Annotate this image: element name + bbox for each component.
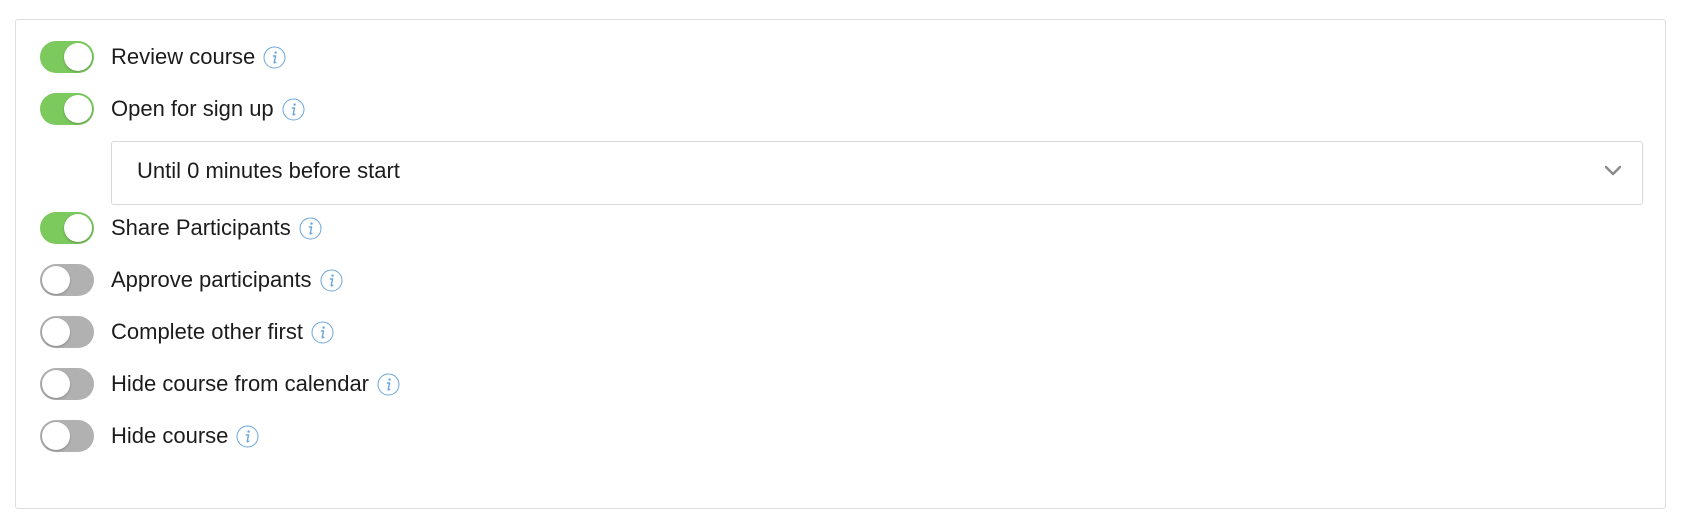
review-course-label: Review course [111,44,256,69]
setting-row-review-course: Review course [40,40,286,74]
hide-course-from-calendar-label: Hide course from calendar [111,371,370,396]
info-icon[interactable] [299,217,322,240]
review-course-toggle[interactable] [40,41,94,73]
info-icon[interactable] [377,373,400,396]
chevron-down-icon [1604,165,1622,176]
info-icon[interactable] [263,46,286,69]
toggle-knob [42,370,70,398]
setting-row-hide-course: Hide course [40,419,259,453]
toggle-knob [42,318,70,346]
hide-course-toggle[interactable] [40,420,94,452]
toggle-knob [64,95,92,123]
toggle-knob [64,214,92,242]
complete-other-first-toggle[interactable] [40,316,94,348]
signup-deadline-select[interactable]: Until 0 minutes before start [111,141,1643,205]
setting-row-share-participants: Share Participants [40,211,322,245]
setting-row-complete-other-first: Complete other first [40,315,334,349]
info-icon[interactable] [282,98,305,121]
open-for-sign-up-label: Open for sign up [111,96,274,121]
share-participants-toggle[interactable] [40,212,94,244]
approve-participants-toggle[interactable] [40,264,94,296]
info-icon[interactable] [311,321,334,344]
course-settings-panel: Review course Open for sign up Until 0 m… [15,19,1666,509]
share-participants-label: Share Participants [111,215,291,240]
open-for-sign-up-toggle[interactable] [40,93,94,125]
info-icon[interactable] [236,425,259,448]
toggle-knob [42,422,70,450]
signup-deadline-value: Until 0 minutes before start [137,158,400,183]
complete-other-first-label: Complete other first [111,319,303,344]
approve-participants-label: Approve participants [111,267,312,292]
toggle-knob [64,43,92,71]
setting-row-hide-course-from-calendar: Hide course from calendar [40,367,400,401]
setting-row-approve-participants: Approve participants [40,263,343,297]
hide-course-label: Hide course [111,423,229,448]
setting-row-open-for-sign-up: Open for sign up [40,92,305,126]
toggle-knob [42,266,70,294]
hide-course-from-calendar-toggle[interactable] [40,368,94,400]
info-icon[interactable] [320,269,343,292]
